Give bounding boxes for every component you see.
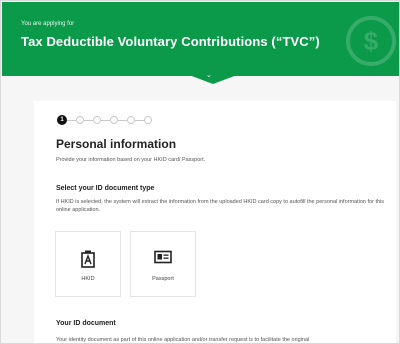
your-id-note: Your identity document as part of this o… [56, 337, 310, 343]
banner-subtitle: You are applying for [21, 21, 75, 27]
form-card: 1 Personal information Provide your info… [34, 101, 396, 343]
step-connector [84, 119, 93, 121]
section-description-personal: Provide your information based on your H… [56, 157, 206, 163]
step-dot [76, 116, 84, 124]
section-heading-your-id: Your ID document [56, 320, 116, 327]
page-frame: You are applying for Tax Deductible Volu… [0, 0, 400, 344]
id-type-note: If HKID is selected, the system will ext… [56, 199, 385, 213]
page-title: Tax Deductible Voluntary Contributions (… [21, 34, 320, 49]
id-card-icon [56, 250, 120, 268]
step-connector [67, 119, 76, 121]
step-indicator: 1 [57, 115, 152, 125]
id-option-passport[interactable]: Passport [130, 231, 196, 297]
step-dot-current: 1 [57, 115, 67, 125]
step-dot [93, 116, 101, 124]
step-dot [144, 116, 152, 124]
id-option-label: HKID [81, 276, 95, 282]
section-heading-id-type: Select your ID document type [56, 185, 155, 192]
id-option-hkid[interactable]: HKID [55, 231, 121, 297]
passport-icon [131, 250, 195, 264]
step-connector [135, 119, 144, 121]
step-connector [118, 119, 127, 121]
coin-symbol: $ [363, 26, 379, 56]
chevron-down-icon[interactable]: ⌄ [206, 71, 212, 79]
section-heading-personal: Personal information [56, 137, 177, 151]
header-banner: You are applying for Tax Deductible Volu… [2, 2, 399, 76]
banner-notch [189, 75, 237, 84]
step-dot [127, 116, 135, 124]
step-dot [110, 116, 118, 124]
step-connector [101, 119, 110, 121]
dollar-coin-icon: $ [346, 16, 396, 66]
id-option-label: Passport [152, 276, 174, 282]
